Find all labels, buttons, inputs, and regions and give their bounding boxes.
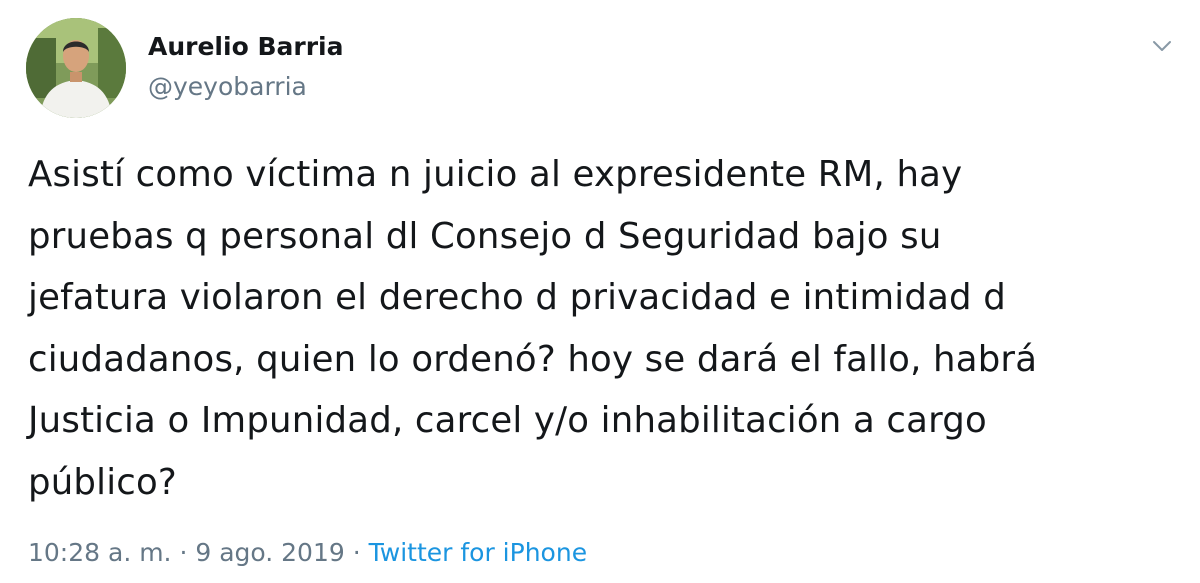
chevron-down-icon: [1153, 41, 1171, 51]
meta-separator: ·: [171, 538, 196, 567]
author-handle[interactable]: @yeyobarria: [148, 72, 307, 101]
tweet-line: Justicia o Impunidad, carcel y/o inhabil…: [28, 400, 987, 441]
tweet-menu-button[interactable]: [1144, 28, 1180, 64]
tweet-time[interactable]: 10:28 a. m.: [28, 538, 172, 567]
tweet-text: Asistí como víctima n juicio al expresid…: [28, 144, 1188, 513]
tweet-card: Aurelio Barria @yeyobarria Asistí como v…: [0, 0, 1200, 583]
author-name[interactable]: Aurelio Barria: [148, 32, 343, 61]
tweet-line: Asistí como víctima n juicio al expresid…: [28, 154, 963, 195]
tweet-line: ciudadanos, quien lo ordenó? hoy se dará…: [28, 338, 1038, 380]
tweet-meta: 10:28 a. m. · 9 ago. 2019 · Twitter for …: [28, 538, 587, 567]
tweet-line: público?: [28, 461, 177, 503]
avatar-photo: [26, 18, 126, 118]
avatar[interactable]: [26, 18, 126, 118]
meta-separator: ·: [344, 538, 369, 567]
tweet-line: jefatura violaron el derecho d privacida…: [28, 277, 1006, 318]
tweet-date[interactable]: 9 ago. 2019: [195, 538, 344, 567]
tweet-line: pruebas q personal dl Consejo d Segurida…: [28, 215, 942, 257]
tweet-source-link[interactable]: Twitter for iPhone: [369, 538, 587, 567]
